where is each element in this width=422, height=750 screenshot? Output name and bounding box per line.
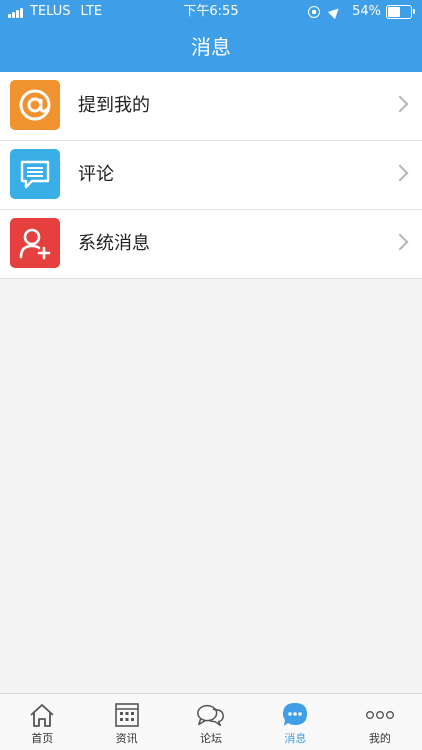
status-bar: TELUS LTE 下午6:55 54% xyxy=(0,0,422,24)
chevron-right-icon xyxy=(391,95,409,113)
message-list: 提到我的 评论 系统消息 xyxy=(0,72,422,279)
tab-label: 我的 xyxy=(368,732,391,745)
tab-forum[interactable]: 论坛 xyxy=(169,694,253,750)
message-row-comments[interactable]: 评论 xyxy=(0,141,422,210)
chevron-right-icon xyxy=(391,233,409,251)
rotation-lock-icon xyxy=(308,6,321,18)
message-row-system[interactable]: 系统消息 xyxy=(0,210,422,279)
tab-label: 论坛 xyxy=(200,732,223,745)
battery-fill xyxy=(388,7,400,17)
more-circles-icon xyxy=(365,700,395,730)
news-grid-icon xyxy=(112,700,142,730)
battery-icon xyxy=(386,5,415,19)
tab-messages[interactable]: 消息 xyxy=(253,694,337,750)
user-add-icon xyxy=(10,218,60,268)
forum-bubbles-icon xyxy=(196,700,226,730)
message-dots-icon xyxy=(280,700,310,730)
status-right: 54% xyxy=(308,0,415,24)
message-row-label: 系统消息 xyxy=(78,233,150,254)
comment-icon xyxy=(10,149,60,199)
tab-label: 消息 xyxy=(284,732,307,745)
app-header: TELUS LTE 下午6:55 54% 消息 xyxy=(0,0,422,72)
home-icon xyxy=(27,700,57,730)
location-arrow-icon xyxy=(328,4,343,20)
bottom-tab-bar: 首页 资讯 论坛 消息 我的 xyxy=(0,693,422,750)
tab-news[interactable]: 资讯 xyxy=(84,694,168,750)
tab-mine[interactable]: 我的 xyxy=(338,694,422,750)
message-row-label: 提到我的 xyxy=(78,95,150,116)
tab-label: 资讯 xyxy=(115,732,138,745)
tab-home[interactable]: 首页 xyxy=(0,694,84,750)
at-sign-icon xyxy=(10,80,60,130)
tab-label: 首页 xyxy=(31,732,54,745)
chevron-right-icon xyxy=(391,164,409,182)
message-row-label: 评论 xyxy=(78,164,114,185)
battery-percent: 54% xyxy=(352,4,381,19)
message-row-mentions[interactable]: 提到我的 xyxy=(0,72,422,141)
page-title: 消息 xyxy=(191,35,231,59)
